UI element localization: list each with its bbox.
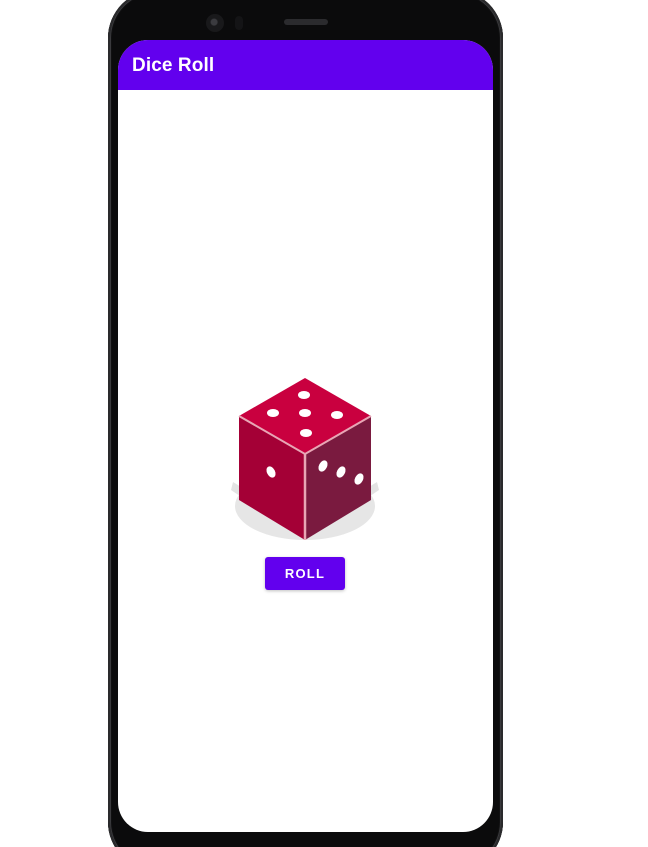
pip xyxy=(300,429,312,437)
device-stage: Dice Roll ROLL xyxy=(0,0,648,847)
dice-icon xyxy=(231,378,379,540)
earpiece-speaker xyxy=(284,19,328,25)
proximity-sensor xyxy=(235,16,243,30)
pip xyxy=(298,391,310,399)
app-bar: Dice Roll xyxy=(118,40,493,90)
app-screen: Dice Roll ROLL xyxy=(118,40,493,832)
pip xyxy=(331,411,343,419)
dice-image xyxy=(229,378,381,546)
pip xyxy=(267,409,279,417)
front-camera-icon xyxy=(206,14,224,32)
pip xyxy=(299,409,311,417)
app-title: Dice Roll xyxy=(132,55,215,76)
roll-button[interactable]: ROLL xyxy=(265,557,345,590)
